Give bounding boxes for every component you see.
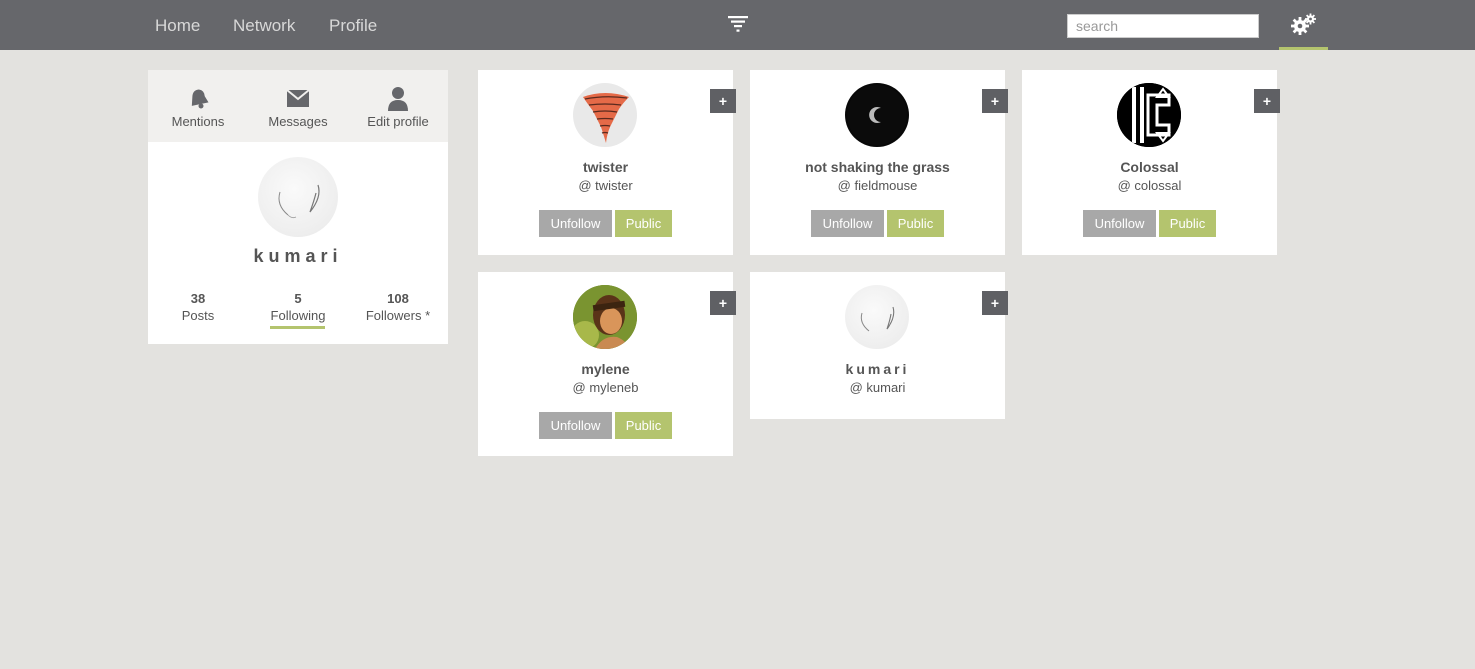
user-card: mylene @ myleneb + Unfollow Public [478, 272, 736, 456]
unfollow-button[interactable]: Unfollow [1083, 210, 1156, 237]
settings-button[interactable] [1279, 0, 1328, 50]
public-button[interactable]: Public [615, 412, 672, 439]
avatar[interactable] [573, 285, 637, 349]
avatar[interactable] [258, 157, 338, 237]
card-handle: @ kumari [849, 380, 906, 395]
user-icon [388, 87, 408, 111]
bell-icon [191, 89, 209, 109]
public-button[interactable]: Public [887, 210, 944, 237]
card-display-name: kumari [845, 361, 910, 377]
add-button[interactable]: + [982, 89, 1008, 113]
gears-icon [1291, 13, 1316, 35]
posts-stat[interactable]: 38 Posts [148, 291, 248, 323]
user-card: Colossal @ colossal + Unfollow Public [1022, 70, 1280, 255]
following-stat[interactable]: 5 Following [248, 291, 348, 323]
top-navbar: Home Network Profile [0, 0, 1475, 50]
public-button[interactable]: Public [1159, 210, 1216, 237]
edit-profile-button[interactable]: Edit profile [348, 70, 448, 142]
following-count: 5 [294, 291, 302, 306]
followers-count: 108 [387, 291, 409, 306]
envelope-icon [286, 89, 310, 107]
posts-count: 38 [190, 291, 206, 306]
user-card: not shaking the grass @ fieldmouse + Unf… [750, 70, 1008, 255]
avatar[interactable] [845, 83, 909, 147]
unfollow-button[interactable]: Unfollow [811, 210, 884, 237]
card-display-name: not shaking the grass [805, 159, 950, 175]
card-handle: @ twister [578, 178, 633, 193]
profile-panel: Mentions Messages Edit profile kumari 38… [148, 70, 448, 344]
user-card: twister @ twister + Unfollow Public [478, 70, 736, 255]
card-display-name: twister [582, 159, 629, 175]
card-display-name: mylene [581, 361, 630, 377]
followers-stat[interactable]: 108 Followers * [348, 291, 448, 323]
avatar[interactable] [1117, 83, 1181, 147]
profile-actions-bar: Mentions Messages Edit profile [148, 70, 448, 142]
add-button[interactable]: + [1254, 89, 1280, 113]
unfollow-button[interactable]: Unfollow [539, 412, 612, 439]
card-handle: @ myleneb [572, 380, 639, 395]
unfollow-button[interactable]: Unfollow [539, 210, 612, 237]
mentions-label: Mentions [171, 114, 225, 129]
mentions-button[interactable]: Mentions [148, 70, 248, 142]
public-button[interactable]: Public [615, 210, 672, 237]
add-button[interactable]: + [710, 291, 736, 315]
user-card: kumari @ kumari + [750, 272, 1008, 419]
profile-username: kumari [253, 246, 343, 266]
nav-home-link[interactable]: Home [155, 16, 200, 36]
messages-label: Messages [268, 114, 328, 129]
avatar[interactable] [845, 285, 909, 349]
edit-profile-label: Edit profile [367, 114, 429, 129]
add-button[interactable]: + [982, 291, 1008, 315]
avatar[interactable] [573, 83, 637, 147]
messages-button[interactable]: Messages [248, 70, 348, 142]
add-button[interactable]: + [710, 89, 736, 113]
nav-network-link[interactable]: Network [233, 16, 295, 36]
filter-icon[interactable] [727, 15, 749, 35]
nav-profile-link[interactable]: Profile [329, 16, 377, 36]
posts-label: Posts [181, 308, 215, 323]
following-label: Following [270, 308, 326, 323]
followers-label: Followers * [365, 308, 431, 323]
card-handle: @ colossal [1117, 178, 1182, 193]
search-input[interactable] [1067, 14, 1259, 38]
card-handle: @ fieldmouse [837, 178, 918, 193]
active-tab-indicator [270, 326, 325, 329]
card-display-name: Colossal [1120, 159, 1179, 175]
